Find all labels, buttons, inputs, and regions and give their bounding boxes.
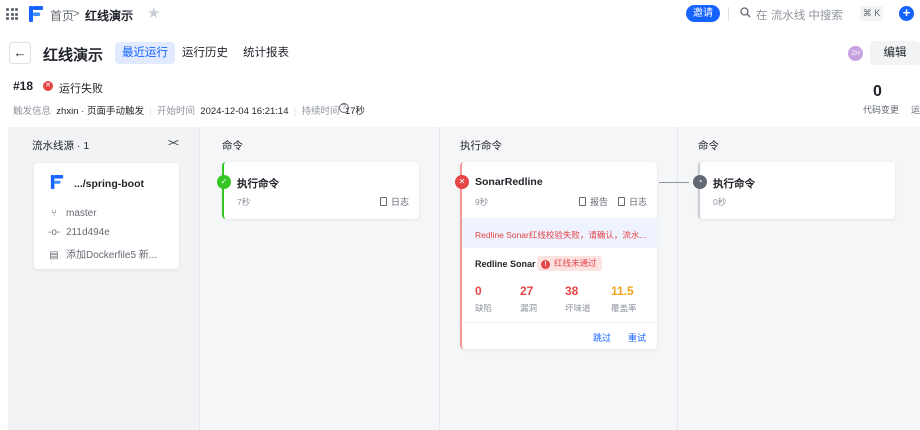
breadcrumb-home[interactable]: 首页 — [50, 7, 74, 24]
branch-name: master — [66, 208, 97, 219]
log-icon — [618, 197, 625, 206]
collapse-icon[interactable]: >< — [168, 138, 179, 149]
job-card[interactable]: SonarRedline 9秒 报告 日志 Redline Sonar红线校验失… — [460, 162, 657, 349]
search-input[interactable]: 在 流水线 中搜索 — [756, 7, 843, 23]
metric-coverage[interactable]: 11.5 覆盖率 — [611, 284, 637, 314]
tab-run-history[interactable]: 运行历史 — [175, 42, 235, 64]
trigger-label: 触发信息 — [13, 106, 52, 117]
source-column-title: 流水线源 · 1 — [32, 140, 90, 152]
search-icon — [740, 7, 751, 18]
commit-message: 添加Dockerfile5 新... — [66, 250, 158, 261]
invite-button[interactable]: 邀请 — [686, 5, 720, 22]
page-title: 红线演示 — [43, 47, 104, 64]
job-duration: 9秒 — [475, 197, 489, 207]
log-link[interactable]: 日志 — [618, 195, 647, 208]
redline-label: Redline Sonar — [475, 259, 536, 269]
commit-id: 211d494e — [66, 227, 110, 238]
log-icon — [380, 197, 387, 206]
connector-line — [659, 182, 689, 183]
duration-label: 持续时间 — [301, 106, 340, 117]
commit-row: -o- 211d494e — [48, 227, 110, 238]
code-changes-count: 0 — [873, 83, 882, 100]
add-button[interactable]: + — [899, 6, 914, 21]
stage-title: 命令 — [222, 140, 243, 152]
trigger-mode: 页面手动触发 — [86, 106, 144, 117]
breadcrumb-separator: > — [73, 8, 80, 20]
job-name: SonarRedline — [475, 176, 543, 188]
repo-name[interactable]: .../spring-boot — [74, 178, 144, 190]
stage-title: 命令 — [698, 140, 719, 152]
message-row: ▤ 添加Dockerfile5 新... — [48, 246, 157, 261]
success-icon: ✓ — [217, 175, 231, 189]
error-banner[interactable]: Redline Sonar红线校验失败，请确认，流水... — [462, 218, 657, 248]
log-link[interactable]: 日志 — [380, 195, 409, 208]
trigger-user: zhxin — [56, 106, 79, 117]
flow-logo-icon[interactable] — [28, 5, 44, 23]
back-button[interactable]: ← — [9, 42, 31, 64]
repo-logo-icon — [50, 175, 64, 189]
commit-icon: -o- — [48, 227, 61, 238]
clock-icon: ◔ — [693, 175, 707, 189]
branch-icon: ⑂ — [51, 208, 57, 219]
job-name: 执行命令 — [713, 178, 755, 190]
tab-statistics[interactable]: 统计报表 — [236, 42, 296, 64]
metric-bugs[interactable]: 0 缺陷 — [475, 284, 492, 314]
error-message: Redline Sonar红线校验失败，请确认，流水... — [475, 230, 647, 240]
metric-vulnerabilities[interactable]: 27 漏洞 — [520, 284, 537, 314]
search-shortcut: ⌘ K — [860, 6, 883, 21]
report-icon — [579, 197, 586, 206]
metric-code-smells[interactable]: 38 坏味道 — [565, 284, 591, 314]
chevron-down-icon[interactable] — [125, 10, 133, 15]
stage-title: 执行命令 — [460, 140, 502, 152]
run-status: 运行失败 — [59, 83, 103, 95]
stage-column-1: 命令 执行命令 7秒 日志 ✓ — [200, 127, 440, 430]
job-duration: 7秒 — [237, 197, 251, 207]
redline-badge: ! 红线未通过 — [537, 256, 602, 271]
failed-icon: ✕ — [455, 175, 469, 189]
avatar[interactable]: ZH — [848, 46, 863, 61]
source-card[interactable]: .../spring-boot ⑂ master -o- 211d494e ▤ 添加D… — [34, 163, 179, 269]
help-icon[interactable]: ? — [339, 103, 349, 113]
star-icon[interactable]: ★ — [147, 4, 160, 22]
stage-column-2: 执行命令 SonarRedline 9秒 报告 日志 Redline Sonar… — [440, 127, 678, 430]
job-card[interactable]: 执行命令 0秒 — [698, 162, 895, 219]
pipeline-canvas: 流水线源 · 1 >< .../spring-boot ⑂ master -o- 2… — [8, 127, 920, 430]
edit-button[interactable]: 编辑 — [870, 41, 920, 65]
code-changes-label: 代码变更 — [863, 105, 900, 115]
warning-icon: ! — [541, 260, 550, 269]
divider — [728, 7, 729, 21]
error-icon: ✕ — [43, 81, 53, 91]
job-card[interactable]: 执行命令 7秒 日志 — [222, 162, 419, 219]
truncated-label: 运 — [911, 105, 920, 115]
app-grid-icon[interactable] — [6, 8, 18, 20]
divider — [462, 322, 657, 323]
start-time: 2024-12-04 16:21:14 — [200, 106, 289, 117]
run-meta: 触发信息 zhxin · 页面手动触发 | 开始时间 2024-12-04 16… — [13, 106, 365, 117]
run-number: #18 — [13, 79, 34, 93]
source-column: 流水线源 · 1 >< .../spring-boot ⑂ master -o- 2… — [8, 127, 200, 430]
document-icon: ▤ — [49, 250, 59, 261]
top-bar: 首页 > 红线演示 ★ 邀请 在 流水线 中搜索 ⌘ K + — [0, 0, 920, 28]
report-link[interactable]: 报告 — [579, 195, 608, 208]
skip-button[interactable]: 跳过 — [593, 331, 611, 344]
retry-button[interactable]: 重试 — [628, 331, 646, 344]
branch-row: ⑂ master — [48, 208, 97, 219]
tab-recent-runs[interactable]: 最近运行 — [115, 42, 175, 64]
start-label: 开始时间 — [156, 106, 195, 117]
job-duration: 0秒 — [713, 197, 727, 207]
job-name: 执行命令 — [237, 178, 279, 190]
stage-column-3: 命令 执行命令 0秒 ◔ — [659, 127, 920, 430]
